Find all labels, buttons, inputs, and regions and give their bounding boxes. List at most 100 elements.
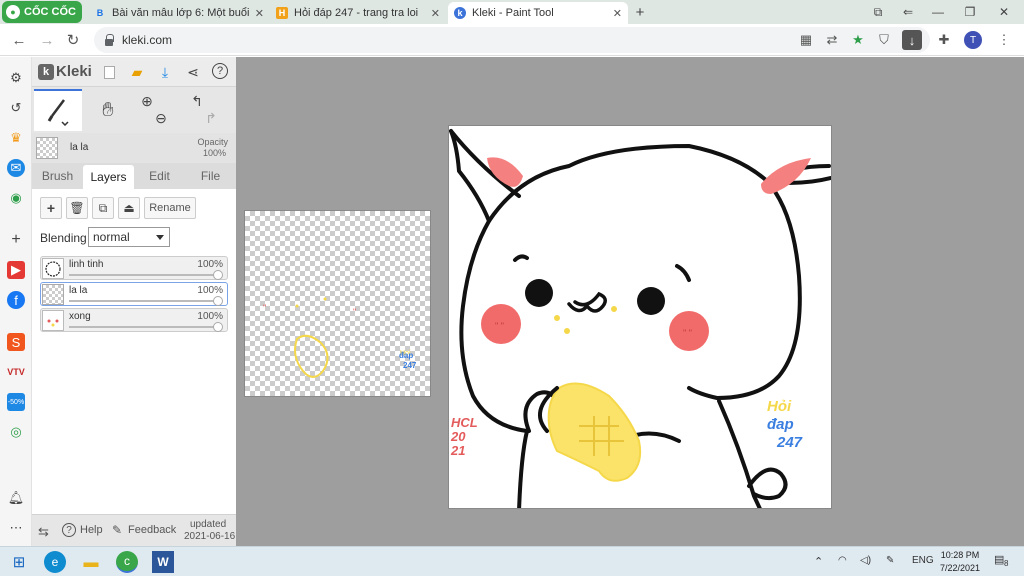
updated-date: 2021-06-16: [184, 531, 236, 542]
shopee-icon[interactable]: S: [7, 333, 25, 351]
updated-label: updated: [190, 519, 227, 530]
back-button[interactable]: ←: [8, 29, 30, 51]
add-icon[interactable]: +: [7, 231, 25, 249]
open-folder-icon[interactable]: ▰: [128, 63, 146, 81]
more-icon[interactable]: ⋯: [7, 519, 25, 537]
notification-icon[interactable]: ▤: [994, 553, 1004, 566]
minimize-button[interactable]: —: [926, 2, 950, 22]
speaker-icon[interactable]: ◁): [860, 555, 871, 566]
coccoc-taskbar-icon[interactable]: c: [116, 551, 138, 573]
opacity-slider-knob[interactable]: [213, 296, 223, 306]
opacity-slider-knob[interactable]: [213, 270, 223, 280]
wifi-icon[interactable]: ◠: [838, 555, 847, 566]
file-explorer-icon[interactable]: ▬: [80, 551, 102, 573]
hand-icon: ✋︎: [102, 98, 114, 121]
opacity-slider[interactable]: [69, 300, 217, 302]
bell-icon[interactable]: 🔔︎: [7, 489, 25, 507]
menu-icon[interactable]: ⋮: [994, 30, 1014, 50]
text-left-line1: HCL: [451, 415, 478, 430]
opacity-slider[interactable]: [69, 326, 217, 328]
url-text[interactable]: kleki.com: [122, 33, 172, 47]
pen-icon[interactable]: ✎: [886, 555, 894, 566]
history-icon[interactable]: ↺: [7, 99, 25, 117]
layer-item-la-la[interactable]: la la 100%: [40, 282, 228, 306]
tab-file[interactable]: File: [185, 163, 236, 189]
blending-select[interactable]: normal: [88, 227, 170, 247]
feedback-link[interactable]: Feedback: [128, 524, 176, 536]
swap-side-icon[interactable]: ⇆: [38, 524, 49, 540]
delete-layer-button[interactable]: 🗑︎: [66, 197, 88, 219]
share-icon[interactable]: ⋖: [184, 63, 202, 81]
help-link[interactable]: Help: [80, 524, 103, 536]
close-window-button[interactable]: ✕: [992, 2, 1016, 22]
layer-item-xong[interactable]: xong 100%: [40, 308, 228, 332]
zoom-in-icon[interactable]: ⊕: [141, 93, 153, 110]
help-icon[interactable]: ?: [212, 63, 228, 79]
tab-edit[interactable]: Edit: [134, 163, 185, 189]
signature-text-right: Hỏi đap 247: [767, 398, 802, 452]
tab-layers[interactable]: Layers: [83, 165, 134, 189]
close-icon[interactable]: ✕: [431, 7, 440, 20]
undo-redo-tool[interactable]: ↰ ↱: [182, 89, 226, 131]
undo-icon[interactable]: ↰: [191, 93, 203, 110]
brush-tool[interactable]: [34, 89, 82, 131]
close-icon[interactable]: ✕: [255, 7, 264, 20]
word-icon[interactable]: W: [152, 551, 174, 573]
opacity-slider-knob[interactable]: [213, 322, 223, 332]
clock-time: 10:28 PM: [940, 550, 980, 560]
canvas-area[interactable]: " " Hoi đap 247 " " " " HCL 20 21 Hỏi đa…: [236, 57, 1024, 546]
add-layer-button[interactable]: +: [40, 197, 62, 219]
back-arrow-icon[interactable]: ⇐: [896, 2, 920, 22]
redo-icon[interactable]: ↱: [205, 110, 217, 127]
merge-layer-button[interactable]: ⏏: [118, 197, 140, 219]
tab-kleki[interactable]: k Kleki - Paint Tool ✕: [448, 2, 628, 24]
text-right-line2: đap: [767, 416, 794, 433]
chevron-up-icon[interactable]: ⌃: [814, 555, 823, 568]
qr-icon[interactable]: ▦: [796, 30, 816, 50]
extensions-icon[interactable]: ✚: [934, 30, 954, 50]
gear-icon[interactable]: ⚙: [7, 69, 25, 87]
drawing-canvas[interactable]: " " " " HCL 20 21 Hỏi đap 247: [448, 125, 832, 509]
layer-thumbnail: [42, 310, 64, 331]
youtube-icon[interactable]: ▶: [7, 261, 25, 279]
translate-icon[interactable]: ⇄: [822, 30, 842, 50]
facebook-icon[interactable]: f: [7, 291, 25, 309]
cast-icon[interactable]: ⧉: [866, 2, 890, 22]
new-tab-button[interactable]: +: [630, 2, 650, 22]
clock[interactable]: 10:28 PM 7/22/2021: [936, 549, 984, 575]
rename-button[interactable]: Rename: [144, 197, 196, 219]
shield-icon[interactable]: ⛉: [874, 30, 894, 50]
browser-logo[interactable]: ● CỐC CỐC: [2, 1, 82, 23]
sale-icon[interactable]: -50%: [7, 393, 25, 411]
current-layer-thumbnail: [36, 137, 58, 159]
hand-tool[interactable]: ✋︎: [84, 89, 132, 131]
star-icon[interactable]: ★: [848, 30, 868, 50]
zoom-out-icon[interactable]: ⊖: [155, 110, 167, 127]
edge-icon[interactable]: e: [44, 551, 66, 573]
download-icon[interactable]: ↓: [902, 30, 922, 50]
avatar[interactable]: T: [964, 31, 982, 49]
tab-bai-van[interactable]: B Bài văn mẫu lớp 6: Một buổi ✕: [88, 2, 270, 24]
windows-start-icon[interactable]: ⊞: [8, 551, 30, 573]
crown-icon[interactable]: ♛: [7, 129, 25, 147]
layer-name: xong: [69, 311, 91, 322]
opacity-slider[interactable]: [69, 274, 217, 276]
forward-button[interactable]: →: [36, 29, 58, 51]
zoom-tool[interactable]: ⊕ ⊖: [136, 89, 172, 131]
game-icon[interactable]: ◉: [7, 189, 25, 207]
tab-hoi-dap[interactable]: H Hỏi đáp 247 - trang tra loi ✕: [270, 2, 446, 24]
coccoc-map-icon[interactable]: ◎: [7, 423, 25, 441]
maximize-button[interactable]: ❐: [958, 2, 982, 22]
vtv-icon[interactable]: VTV: [7, 363, 25, 381]
kleki-logo: k Kleki: [38, 63, 92, 80]
layer-item-linh-tinh[interactable]: linh tinh 100%: [40, 256, 228, 280]
save-download-icon[interactable]: ⤓: [156, 63, 174, 81]
language-indicator[interactable]: ENG: [912, 555, 934, 566]
close-icon[interactable]: ✕: [613, 7, 622, 20]
tab-brush[interactable]: Brush: [32, 163, 83, 189]
new-image-icon[interactable]: [100, 63, 118, 81]
duplicate-layer-button[interactable]: ⧉: [92, 197, 114, 219]
coccoc-icon: ●: [6, 5, 20, 19]
reload-button[interactable]: ↻: [62, 29, 84, 51]
messenger-icon[interactable]: ✉: [7, 159, 25, 177]
